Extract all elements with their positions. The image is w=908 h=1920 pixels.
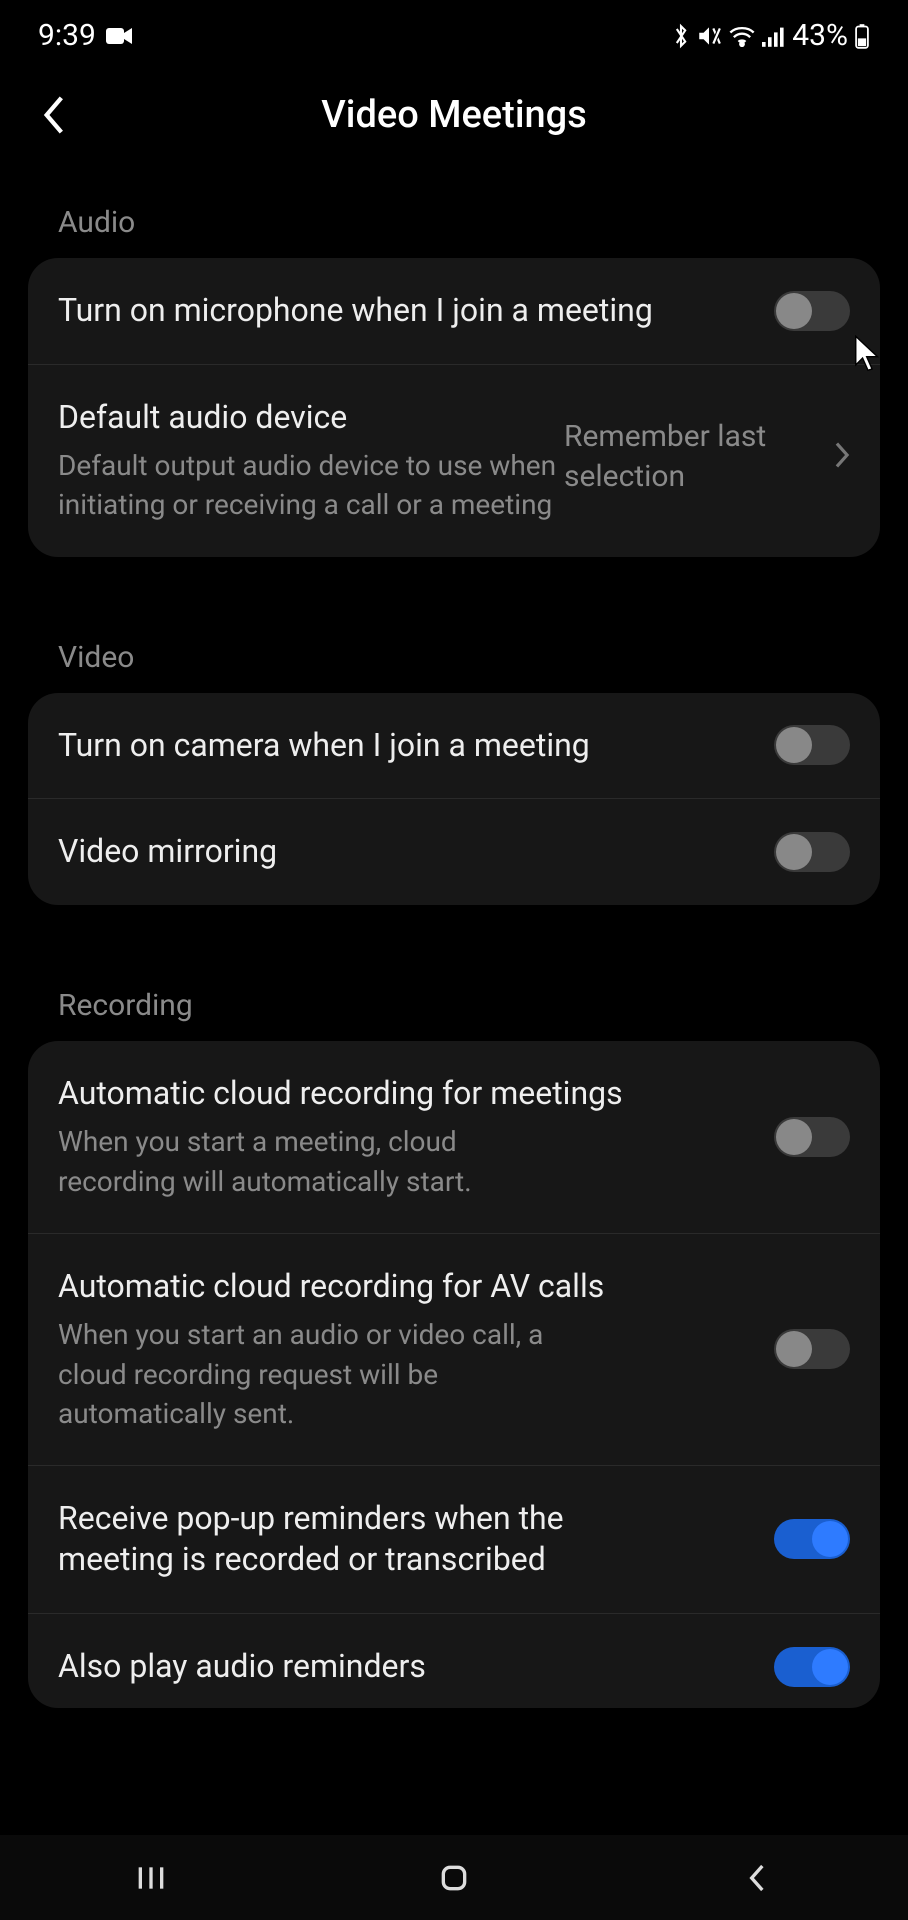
row-title: Also play audio reminders [58, 1646, 774, 1688]
toggle-mic-on-join[interactable] [774, 291, 850, 331]
status-bar: 9:39 43% [0, 0, 908, 63]
nav-recents[interactable] [121, 1848, 181, 1908]
toggle-video-mirroring[interactable] [774, 832, 850, 872]
back-button[interactable] [40, 93, 68, 137]
nav-back[interactable] [727, 1848, 787, 1908]
toggle-popup-reminders[interactable] [774, 1519, 850, 1559]
row-value: Remember last selection [564, 417, 814, 498]
row-subtitle: When you start an audio or video call, a… [58, 1315, 578, 1433]
row-camera-on-join[interactable]: Turn on camera when I join a meeting [28, 693, 880, 800]
chevron-right-icon [834, 441, 850, 473]
battery-percent: 43% [792, 18, 848, 53]
row-title: Automatic cloud recording for meetings [58, 1073, 774, 1115]
toggle-audio-reminders[interactable] [774, 1647, 850, 1687]
row-subtitle: When you start a meeting, cloud recordin… [58, 1122, 578, 1200]
battery-icon [854, 23, 870, 49]
toggle-auto-cloud-meetings[interactable] [774, 1117, 850, 1157]
status-time: 9:39 [38, 18, 96, 53]
row-title: Video mirroring [58, 831, 774, 873]
row-auto-cloud-meetings[interactable]: Automatic cloud recording for meetings W… [28, 1041, 880, 1234]
toggle-auto-cloud-av[interactable] [774, 1329, 850, 1369]
section-header-recording: Recording [28, 960, 880, 1041]
page-title: Video Meetings [30, 93, 878, 137]
row-subtitle: Default output audio device to use when … [58, 446, 564, 524]
row-mic-on-join[interactable]: Turn on microphone when I join a meeting [28, 258, 880, 365]
signal-icon [762, 25, 786, 47]
wifi-icon [728, 25, 756, 47]
video-card: Turn on camera when I join a meeting Vid… [28, 693, 880, 905]
row-title: Turn on microphone when I join a meeting [58, 290, 774, 332]
header: Video Meetings [0, 63, 908, 177]
row-title: Turn on camera when I join a meeting [58, 725, 774, 767]
row-audio-reminders[interactable]: Also play audio reminders [28, 1614, 880, 1708]
nav-home[interactable] [424, 1848, 484, 1908]
section-header-video: Video [28, 612, 880, 693]
nav-bar [0, 1835, 908, 1920]
row-title: Default audio device [58, 397, 564, 439]
mute-icon [696, 23, 722, 49]
row-auto-cloud-av[interactable]: Automatic cloud recording for AV calls W… [28, 1234, 880, 1466]
audio-card: Turn on microphone when I join a meeting… [28, 258, 880, 557]
row-default-audio[interactable]: Default audio device Default output audi… [28, 365, 880, 557]
row-title: Automatic cloud recording for AV calls [58, 1266, 774, 1308]
recording-card: Automatic cloud recording for meetings W… [28, 1041, 880, 1708]
bluetooth-icon [672, 22, 690, 50]
row-popup-reminders[interactable]: Receive pop-up reminders when the meetin… [28, 1466, 880, 1614]
row-video-mirroring[interactable]: Video mirroring [28, 799, 880, 905]
camera-recorder-icon [106, 26, 134, 46]
toggle-camera-on-join[interactable] [774, 725, 850, 765]
section-header-audio: Audio [28, 177, 880, 258]
row-title: Receive pop-up reminders when the meetin… [58, 1498, 608, 1581]
content: Audio Turn on microphone when I join a m… [0, 177, 908, 1708]
